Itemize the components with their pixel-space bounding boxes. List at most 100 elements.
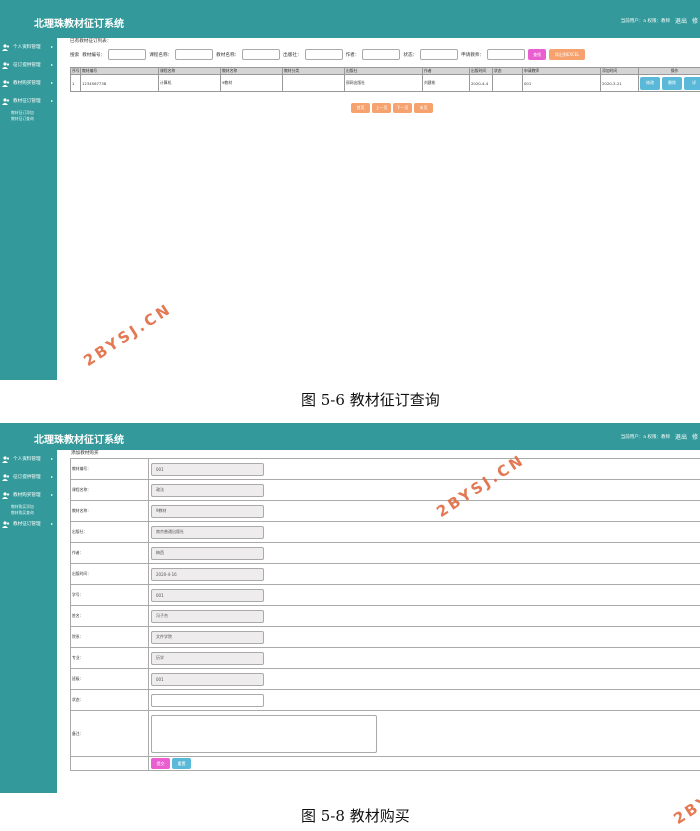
search-label-code: 教材编号： bbox=[82, 52, 106, 58]
field-cell bbox=[148, 689, 700, 711]
user-area: 当前用户：a 权限：教师 退出 修 bbox=[621, 16, 698, 25]
sidebar-item-label: 个人资料管理 bbox=[13, 457, 41, 462]
search-input-publisher[interactable] bbox=[304, 49, 343, 60]
app-title: 北理珠教材征订系统 bbox=[34, 435, 124, 446]
search-input-name[interactable] bbox=[242, 49, 281, 60]
search-input-status[interactable] bbox=[420, 49, 459, 60]
table-cell: 邢网出版社 bbox=[344, 74, 423, 92]
sidebar-item-purchase[interactable]: 教材购买管理 ▸ bbox=[0, 74, 57, 92]
users-icon bbox=[2, 43, 10, 51]
field-cell: 历学 bbox=[148, 647, 700, 669]
field-cell: 南京普通出版社 bbox=[148, 521, 700, 543]
field-label: 出版社： bbox=[70, 521, 149, 543]
delete-button[interactable]: 删除 bbox=[662, 76, 682, 90]
remark-textarea[interactable] bbox=[151, 714, 377, 753]
detail-button[interactable]: 详 bbox=[684, 76, 700, 90]
table-cell bbox=[492, 74, 523, 92]
submit-button[interactable]: 提交 bbox=[151, 758, 170, 769]
field-cell: 冯子杰 bbox=[148, 605, 700, 627]
column-header: 添加时间 bbox=[600, 67, 639, 75]
field-label: 备注： bbox=[70, 710, 149, 757]
field-cell: 9教材 bbox=[148, 500, 700, 522]
course-name-field: 政法 bbox=[151, 483, 264, 497]
sidebar-item-order[interactable]: 教材征订管理 ▸ bbox=[0, 92, 57, 110]
field-label: 教材名称： bbox=[70, 500, 149, 522]
sidebar-item-personal[interactable]: 个人资料管理 ▸ bbox=[0, 38, 57, 56]
search-input-author[interactable] bbox=[362, 49, 401, 60]
table-cell: 001 bbox=[522, 74, 601, 92]
field-cell: 001 bbox=[148, 668, 700, 690]
caret-right-icon: ▸ bbox=[50, 474, 53, 479]
sidebar-item-label: 征订提供管理 bbox=[13, 63, 41, 68]
column-header: 序号 bbox=[70, 67, 81, 75]
form-row: 学号： 001 bbox=[70, 584, 700, 606]
search-input-code[interactable] bbox=[108, 49, 147, 60]
users-icon bbox=[2, 79, 10, 87]
figure-caption: 图 5-6 教材征订查询 bbox=[301, 391, 440, 409]
table-cell: 9教材 bbox=[220, 74, 283, 92]
action-cell: 修改 删除详 bbox=[638, 74, 700, 92]
users-icon bbox=[2, 97, 10, 105]
field-label: 院系： bbox=[70, 626, 149, 648]
next-page-button[interactable]: 下一页 bbox=[393, 103, 412, 113]
search-label-author: 作者： bbox=[345, 52, 360, 58]
status-input[interactable] bbox=[151, 693, 264, 707]
sidebar-item-supply[interactable]: 征订提供管理 ▸ bbox=[0, 468, 57, 486]
sidebar-item-label: 教材购买管理 bbox=[13, 493, 41, 498]
table-cell: 计算机 bbox=[158, 74, 221, 92]
users-icon bbox=[2, 455, 10, 463]
users-icon bbox=[2, 473, 10, 481]
search-input-course[interactable] bbox=[175, 49, 214, 60]
reset-button[interactable]: 重置 bbox=[172, 758, 191, 769]
caret-right-icon: ▸ bbox=[50, 492, 53, 497]
header-bar: 北理珠教材征订系统 当前用户：a 权限：教师 退出 修 bbox=[0, 0, 700, 38]
edit-button[interactable]: 修改 bbox=[640, 76, 660, 90]
publisher-field: 南京普通出版社 bbox=[151, 525, 264, 539]
field-label: 教材编号： bbox=[70, 458, 149, 480]
table-cell bbox=[282, 74, 345, 92]
sidebar-item-supply[interactable]: 征订提供管理 ▸ bbox=[0, 56, 57, 74]
sidebar-item-purchase[interactable]: 教材购买管理 ▸ bbox=[0, 486, 57, 504]
search-button[interactable]: 查找 bbox=[528, 49, 547, 60]
field-cell: 梅西 bbox=[148, 542, 700, 564]
publish-date-field: 2020-4-16 bbox=[151, 567, 264, 581]
search-input-teacher[interactable] bbox=[487, 49, 526, 60]
sidebar-item-label: 个人资料管理 bbox=[13, 45, 41, 50]
sidebar-item-label: 教材购买管理 bbox=[13, 81, 41, 86]
table-header-row: 序号 教材编号 课程名称 教材名称 教材分类 出版社 作者 出版时间 状态 申请… bbox=[70, 67, 700, 75]
last-page-button[interactable]: 末页 bbox=[414, 103, 433, 113]
users-icon bbox=[2, 491, 10, 499]
logout-link[interactable]: 退出 bbox=[675, 432, 687, 441]
logout-link[interactable]: 退出 bbox=[675, 16, 687, 25]
sidebar-item-label: 教材征订管理 bbox=[13, 99, 41, 104]
sidebar-subitem-order-query[interactable]: 教材征订查询 bbox=[0, 116, 57, 122]
caret-right-icon: ▸ bbox=[50, 456, 53, 461]
field-cell: 001 bbox=[148, 584, 700, 606]
form-row: 出版社： 南京普通出版社 bbox=[70, 521, 700, 543]
field-cell: 政法 bbox=[148, 479, 700, 501]
field-cell: 文件学院 bbox=[148, 626, 700, 648]
modify-link[interactable]: 修 bbox=[692, 16, 698, 25]
field-cell: 2020-4-16 bbox=[148, 563, 700, 585]
sidebar-item-order[interactable]: 教材征订管理 ▸ bbox=[0, 515, 57, 533]
screenshot-textbook-purchase: 北理珠教材征订系统 当前用户：a 权限：教师 退出 修 个人资料管理 ▸ 征订提… bbox=[0, 423, 700, 793]
current-user-info: 当前用户：a 权限：教师 bbox=[620, 18, 670, 24]
search-bar: 搜索 教材编号： 课程名称： 教材名称： 出版社： 作者： 状态： 申请教师： … bbox=[70, 49, 586, 60]
textbook-code-field: 001 bbox=[151, 462, 264, 476]
search-label-status: 状态： bbox=[403, 52, 418, 58]
sidebar: 个人资料管理 ▸ 征订提供管理 ▸ 教材购买管理 ▸ 教材购买添加 教材购买查询… bbox=[0, 450, 57, 793]
column-header: 申请教师 bbox=[522, 67, 601, 75]
modify-link[interactable]: 修 bbox=[692, 432, 698, 441]
prev-page-button[interactable]: 上一页 bbox=[372, 103, 391, 113]
field-label: 专业： bbox=[70, 647, 149, 669]
export-excel-button[interactable]: 导出到EXCEL bbox=[549, 49, 586, 60]
field-cell bbox=[148, 710, 700, 757]
figure-caption: 图 5-8 教材购买 bbox=[301, 807, 410, 825]
sidebar-item-personal[interactable]: 个人资料管理 ▸ bbox=[0, 450, 57, 468]
order-table: 序号 教材编号 课程名称 教材名称 教材分类 出版社 作者 出版时间 状态 申请… bbox=[70, 67, 700, 92]
table-row: 1 1234567738 计算机 9教材 邢网出版社 刘建彬 2020-4-4 … bbox=[70, 74, 700, 92]
form-button-row: 提交 重置 bbox=[70, 756, 700, 771]
department-field: 文件学院 bbox=[151, 630, 264, 644]
first-page-button[interactable]: 首页 bbox=[351, 103, 370, 113]
field-cell: 001 bbox=[148, 458, 700, 480]
